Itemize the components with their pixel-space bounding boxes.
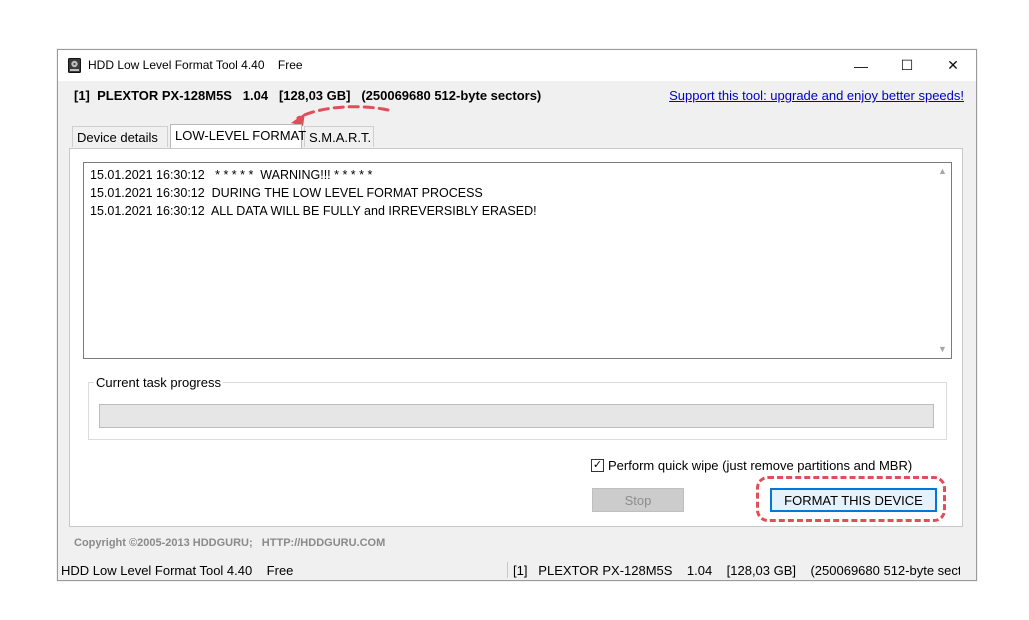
log-time: 15.01.2021 16:30:12 (90, 186, 205, 200)
support-link[interactable]: Support this tool: upgrade and enjoy bet… (669, 88, 964, 103)
maximize-icon: ☐ (900, 57, 914, 73)
format-button-highlight (756, 476, 946, 522)
scroll-down-icon[interactable]: ▼ (937, 344, 948, 355)
tab-low-level-format[interactable]: LOW-LEVEL FORMAT (170, 124, 306, 148)
window-title: HDD Low Level Format Tool 4.40 Free (88, 58, 303, 72)
log-line: 15.01.2021 16:30:12 DURING THE LOW LEVEL… (90, 186, 483, 200)
copyright-text: Copyright ©2005-2013 HDDGURU; HTTP://HDD… (74, 537, 386, 549)
log-line: 15.01.2021 16:30:12 * * * * * WARNING!!!… (90, 168, 372, 182)
log-time: 15.01.2021 16:30:12 (90, 168, 205, 182)
progress-group-label: Current task progress (94, 375, 223, 390)
checkmark-icon: ✓ (592, 459, 603, 471)
window-title-text: HDD Low Level Format Tool 4.40 (88, 58, 265, 72)
hard-drive-icon (68, 58, 81, 73)
log-line: 15.01.2021 16:30:12 ALL DATA WILL BE FUL… (90, 204, 537, 218)
log-time: 15.01.2021 16:30:12 (90, 204, 205, 218)
log-text: ALL DATA WILL BE FULLY and IRREVERSIBLY … (210, 204, 537, 218)
minimize-icon: — (854, 57, 868, 74)
low-level-format-panel: 15.01.2021 16:30:12 * * * * * WARNING!!!… (69, 148, 963, 527)
scroll-up-icon[interactable]: ▲ (937, 166, 948, 177)
log-text: * * * * * WARNING!!! * * * * * (211, 168, 373, 182)
minimize-button[interactable]: — (838, 50, 884, 81)
title-bar: HDD Low Level Format Tool 4.40 Free — ☐ … (58, 50, 976, 81)
log-text: DURING THE LOW LEVEL FORMAT PROCESS (211, 186, 483, 200)
close-icon: ✕ (947, 57, 959, 73)
window-edition: Free (277, 58, 303, 72)
close-button[interactable]: ✕ (930, 50, 976, 81)
quick-wipe-label[interactable]: Perform quick wipe (just remove partitio… (608, 458, 912, 473)
status-divider (507, 562, 508, 578)
log-textbox[interactable]: 15.01.2021 16:30:12 * * * * * WARNING!!!… (83, 162, 952, 359)
quick-wipe-checkbox[interactable]: ✓ (591, 459, 604, 472)
tab-device-details[interactable]: Device details (72, 126, 168, 147)
status-app-info: HDD Low Level Format Tool 4.40 Free (61, 563, 294, 578)
maximize-button[interactable]: ☐ (884, 50, 930, 81)
status-bar: HDD Low Level Format Tool 4.40 Free [1] … (58, 560, 976, 580)
status-device-info: [1] PLEXTOR PX-128M5S 1.04 [128,03 GB] (… (513, 563, 960, 578)
task-progress-bar (99, 404, 934, 428)
stop-button[interactable]: Stop (592, 488, 684, 512)
